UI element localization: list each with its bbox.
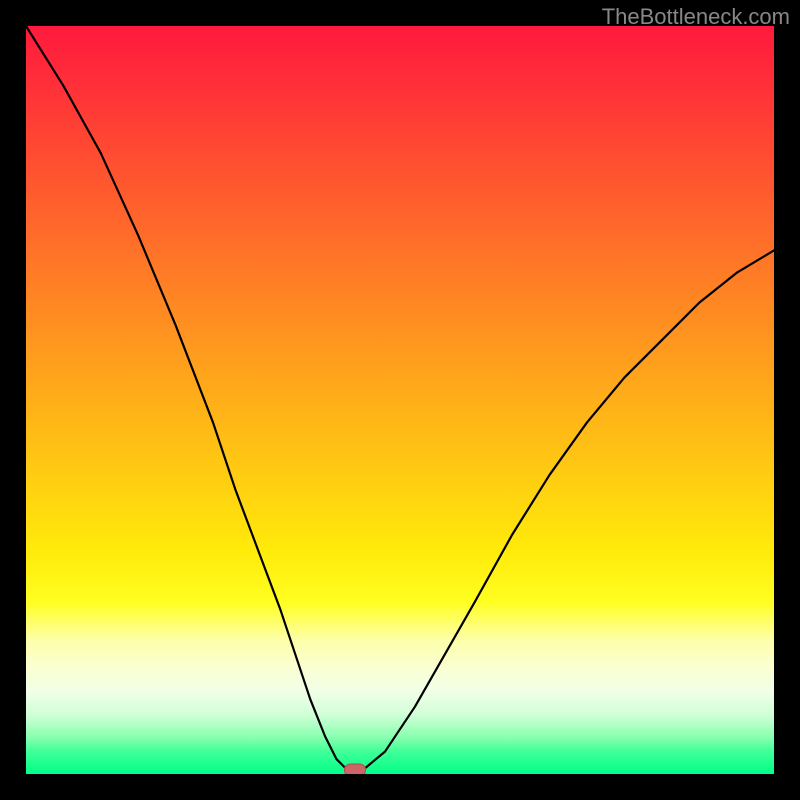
plot-area: [26, 26, 774, 774]
chart-frame: TheBottleneck.com: [0, 0, 800, 800]
watermark-text: TheBottleneck.com: [602, 4, 790, 30]
optimal-point-marker: [344, 764, 366, 774]
gradient-background: [26, 26, 774, 774]
